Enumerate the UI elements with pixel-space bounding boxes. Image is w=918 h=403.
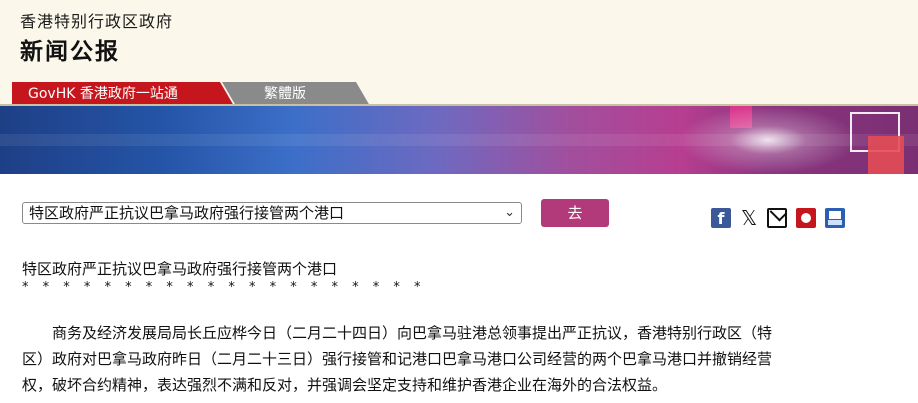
tab-bar: GovHK 香港政府一站通 繁體版 [0,80,918,106]
facebook-icon[interactable]: f [711,208,731,228]
article-separator: * * * * * * * * * * * * * * * * * * * * [22,280,426,295]
tab-traditional-chinese[interactable]: 繁體版 [222,82,370,106]
print-icon[interactable] [825,208,845,228]
article-title: 特区政府严正抗议巴拿马政府强行接管两个港口 [22,260,338,278]
banner-decoration [868,136,904,174]
mail-icon[interactable] [767,208,787,228]
government-name: 香港特别行政区政府 [20,12,174,31]
banner-glow [678,106,858,174]
article-paragraph-line: 权，破坏合约精神，表达强烈不满和反对，并强调会坚定支持和维护香港企业在海外的合法… [22,376,668,394]
go-button[interactable]: 去 [541,199,609,227]
masthead: 香港特别行政区政府 新闻公报 [0,0,918,80]
article-paragraph-line: 区）政府对巴拿马政府昨日（二月二十三日）强行接管和记港口巴拿马港口公司经营的两个… [22,350,773,368]
headline-select-value: 特区政府严正抗议巴拿马政府强行接管两个港口 [29,204,345,222]
article-paragraph-line: 商务及经济发展局局长丘应桦今日（二月二十四日）向巴拿马驻港总领事提出严正抗议，香… [22,324,773,342]
headline-select[interactable]: 特区政府严正抗议巴拿马政府强行接管两个港口 ⌄ [22,202,522,224]
x-icon[interactable]: 𝕏 [739,208,759,228]
chevron-down-icon: ⌄ [504,205,515,220]
tab-govhk[interactable]: GovHK 香港政府一站通 [12,82,234,106]
header-banner [0,106,918,174]
bookmark-icon[interactable] [796,208,816,228]
page-title[interactable]: 新闻公报 [20,32,120,66]
article-body: 商务及经济发展局局长丘应桦今日（二月二十四日）向巴拿马驻港总领事提出严正抗议，香… [22,320,902,398]
